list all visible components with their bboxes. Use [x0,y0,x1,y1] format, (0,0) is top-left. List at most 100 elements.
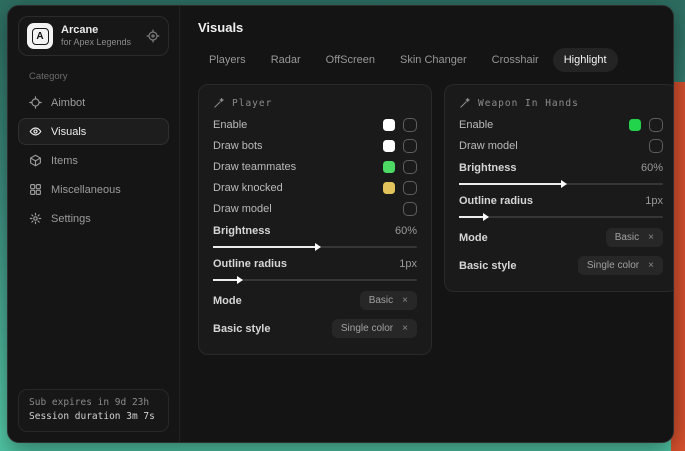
arcane-menu-window: A Arcane for Apex Legends Category Aimbo… [7,5,674,443]
chip-remove-icon[interactable]: × [402,295,408,306]
tab-highlight[interactable]: Highlight [553,48,618,72]
sidebar-item-miscellaneous[interactable]: Miscellaneous [18,176,169,203]
slider-thumb[interactable] [483,213,489,221]
draw-model-checkbox[interactable] [403,202,417,216]
wand-icon [459,97,471,109]
toggle-row-draw-bots: Draw bots [213,135,417,156]
select-label: Mode [459,232,488,244]
mode-chip[interactable]: Basic × [360,291,417,310]
app-header-card: A Arcane for Apex Legends [18,16,169,56]
brightness-slider[interactable] [213,246,417,248]
sidebar-item-label: Aimbot [51,97,85,109]
sidebar-item-visuals[interactable]: Visuals [18,118,169,145]
chip-remove-icon[interactable]: × [648,232,654,243]
sidebar-item-label: Settings [51,213,91,225]
sidebar-item-label: Items [51,155,78,167]
tab-crosshair[interactable]: Crosshair [481,48,550,72]
toggle-label: Enable [213,119,247,131]
app-meta: Arcane for Apex Legends [61,24,131,49]
basic-style-chip[interactable]: Single color × [332,319,417,338]
sidebar-item-label: Visuals [51,126,86,138]
select-label: Basic style [459,260,516,272]
sidebar-item-items[interactable]: Items [18,147,169,174]
color-swatch[interactable] [383,182,395,194]
toggle-label: Draw model [459,140,518,152]
select-label: Mode [213,295,242,307]
sidebar: A Arcane for Apex Legends Category Aimbo… [8,6,180,442]
enable-checkbox[interactable] [649,118,663,132]
target-icon[interactable] [146,29,160,43]
slider-value: 1px [399,258,417,270]
chip-remove-icon[interactable]: × [648,260,654,271]
select-label: Basic style [213,323,270,335]
slider-thumb[interactable] [237,276,243,284]
slider-label: Outline radius [459,195,533,207]
brightness-slider[interactable] [459,183,663,185]
sidebar-nav: Aimbot Visuals Items Miscellaneous [18,89,169,232]
toggle-label: Draw knocked [213,182,283,194]
tab-offscreen[interactable]: OffScreen [315,48,386,72]
toggle-label: Draw model [213,203,272,215]
mode-select-row: Mode Basic × [213,288,417,313]
draw-teammates-checkbox[interactable] [403,160,417,174]
color-swatch[interactable] [383,161,395,173]
main-content: Visuals Players Radar OffScreen Skin Cha… [180,6,674,442]
slider-fill [459,216,483,218]
basic-style-select-row: Basic style Single color × [213,316,417,341]
slider-value: 1px [645,195,663,207]
mode-select-row: Mode Basic × [459,225,663,250]
draw-bots-checkbox[interactable] [403,139,417,153]
app-logo-letter: A [32,28,49,45]
toggle-row-enable: Enable [459,114,663,135]
color-swatch[interactable] [383,140,395,152]
sidebar-item-label: Miscellaneous [51,184,121,196]
slider-fill [459,183,561,185]
color-swatch[interactable] [383,119,395,131]
slider-label: Outline radius [213,258,287,270]
app-logo: A [27,23,53,49]
outline-radius-slider-group: Outline radius 1px [459,192,663,218]
sidebar-item-settings[interactable]: Settings [18,205,169,232]
outline-radius-slider[interactable] [459,216,663,218]
app-subtitle: for Apex Legends [61,37,131,48]
color-swatch[interactable] [629,119,641,131]
chip-value: Single color [587,260,639,271]
subscription-info-box: Sub expires in 9d 23h Session duration 3… [18,389,169,432]
slider-thumb[interactable] [315,243,321,251]
slider-thumb[interactable] [561,180,567,188]
wand-icon [213,97,225,109]
page-title: Visuals [198,20,674,35]
eye-icon [29,125,42,138]
panel-title: Player [232,98,272,109]
enable-checkbox[interactable] [403,118,417,132]
chip-value: Basic [369,295,393,306]
sidebar-item-aimbot[interactable]: Aimbot [18,89,169,116]
weapon-panel-header: Weapon In Hands [459,97,663,109]
panels-row: Player Enable Draw bots [198,84,674,355]
toggle-row-enable: Enable [213,114,417,135]
weapon-in-hands-panel: Weapon In Hands Enable Draw model [444,84,674,292]
toggle-row-draw-teammates: Draw teammates [213,156,417,177]
draw-knocked-checkbox[interactable] [403,181,417,195]
toggle-row-draw-model: Draw model [213,198,417,219]
outline-radius-slider[interactable] [213,279,417,281]
toggle-label: Draw bots [213,140,263,152]
outline-radius-slider-group: Outline radius 1px [213,255,417,281]
cube-icon [29,154,42,167]
panel-title: Weapon In Hands [478,98,579,109]
tab-players[interactable]: Players [198,48,257,72]
toggle-label: Draw teammates [213,161,296,173]
slider-label: Brightness [459,162,516,174]
mode-chip[interactable]: Basic × [606,228,663,247]
tab-radar[interactable]: Radar [260,48,312,72]
chip-remove-icon[interactable]: × [402,323,408,334]
basic-style-chip[interactable]: Single color × [578,256,663,275]
brightness-slider-group: Brightness 60% [459,159,663,185]
brightness-slider-group: Brightness 60% [213,222,417,248]
tab-skin-changer[interactable]: Skin Changer [389,48,478,72]
toggle-row-draw-model: Draw model [459,135,663,156]
chip-value: Basic [615,232,639,243]
draw-model-checkbox[interactable] [649,139,663,153]
app-name: Arcane [61,24,131,38]
chip-value: Single color [341,323,393,334]
